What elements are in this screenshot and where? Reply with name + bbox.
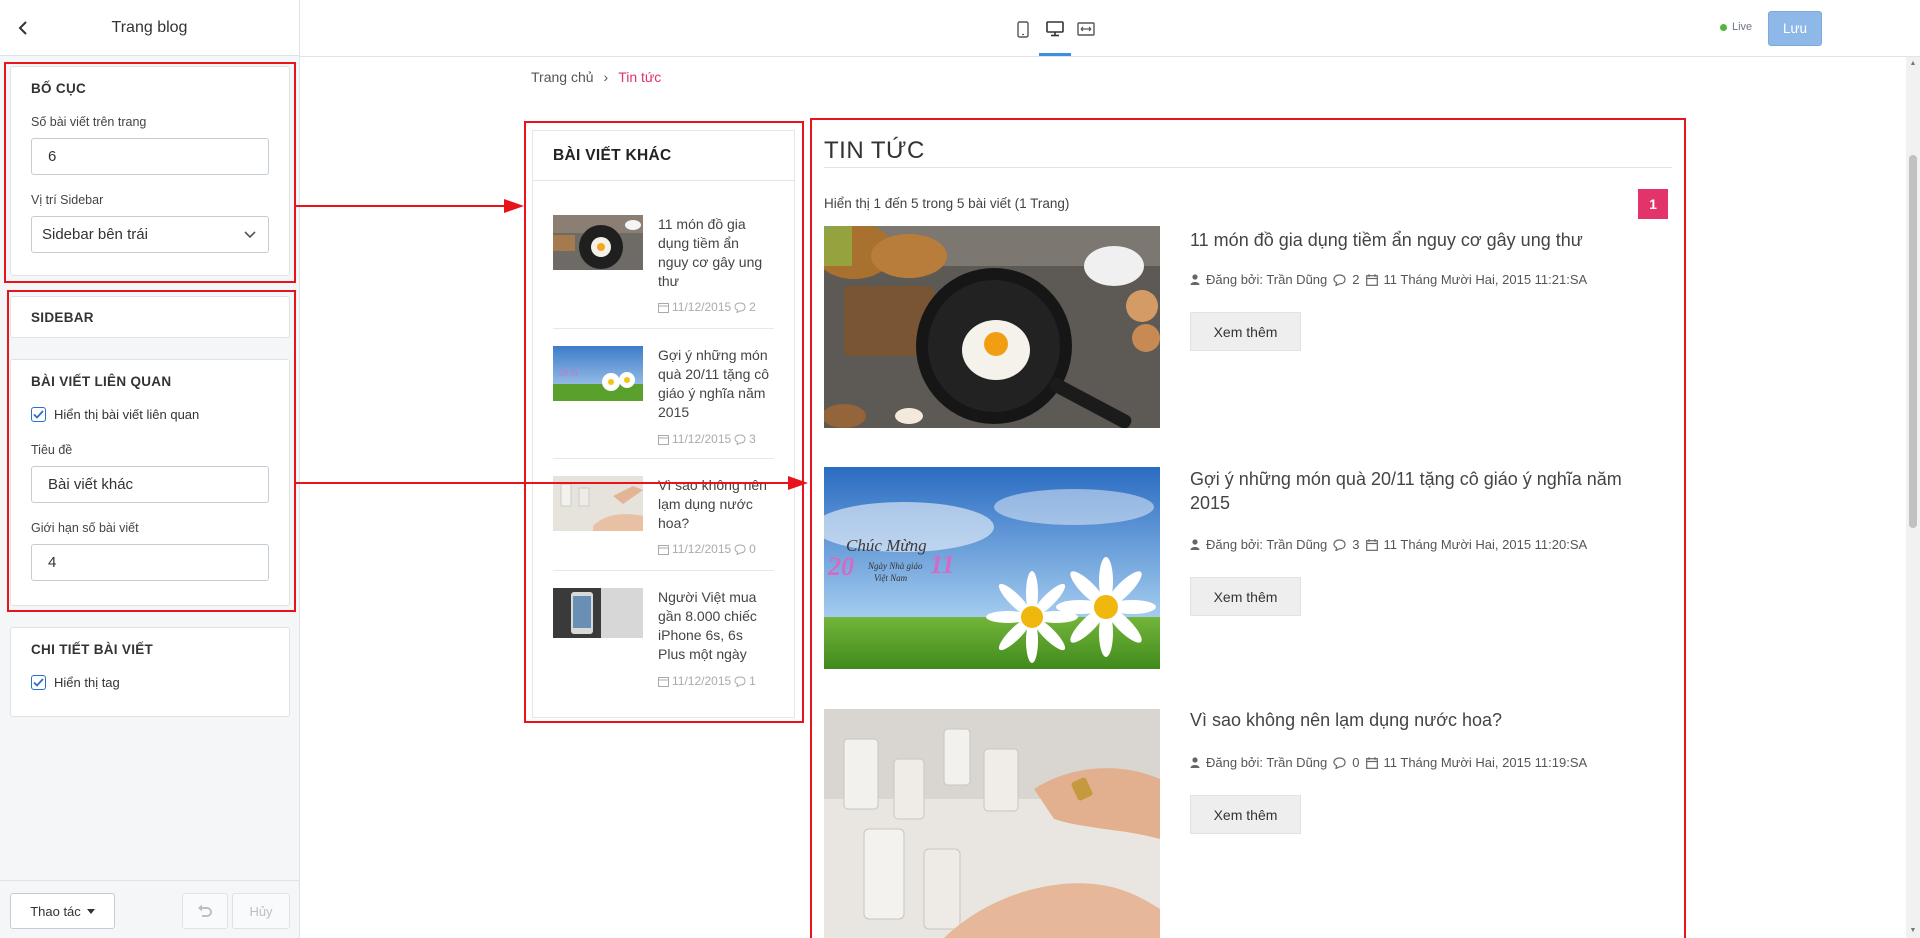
annotation-arrows <box>296 199 808 490</box>
